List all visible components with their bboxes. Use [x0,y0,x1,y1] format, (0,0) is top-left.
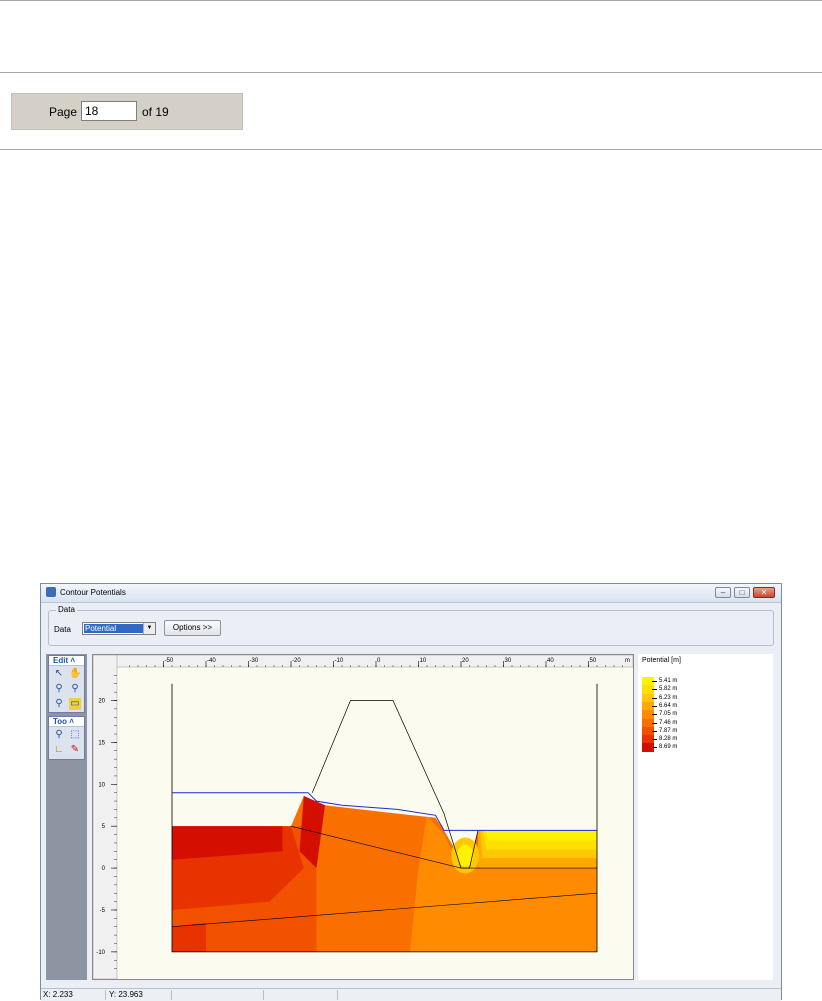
legend-tick [652,681,657,682]
y-tick-label: 20 [98,699,105,705]
legend-tick [652,722,657,724]
x-tick-label: -10 [335,658,344,664]
legend-tick [652,747,657,749]
page-total-label: of 19 [142,105,169,119]
tools-section: Too ˄ ⚲ ⬚ ∟ ✎ [48,716,85,760]
contour-plot-area[interactable]: -50 -40 -30 -20 -10 0 10 20 30 40 50 m 20 15 10 5 0 -5 -10 [92,654,634,980]
potential-region-left-bottom [172,922,206,952]
options-button[interactable]: Options >> [164,620,221,636]
x-tick-label: 20 [462,658,469,664]
x-tick-label: 30 [505,658,512,664]
x-tick-label: -20 [292,658,301,664]
status-x-coordinate: X: 2.233 [41,990,106,1000]
edit-section-header[interactable]: Edit ˄ [49,656,84,666]
rectangle-select-icon[interactable]: ⬚ [69,729,81,741]
legend-tick [652,730,657,732]
zoom-in-icon[interactable]: ⚲ [53,683,65,695]
dropdown-arrow-icon[interactable]: ▼ [143,623,155,634]
y-tick-label: 15 [98,740,105,746]
tools-section-header[interactable]: Too ˄ [49,717,84,727]
probe-icon[interactable]: ⚲ [53,729,65,741]
x-tick-label: 40 [547,658,554,664]
data-group: Data Data Potential ▼ Options >> [48,605,774,646]
top-rule [0,0,822,1]
y-tick-label: -5 [100,908,106,914]
minimize-button[interactable]: – [715,587,731,598]
x-unit-label: m [625,658,630,664]
page-label: Page [49,105,78,119]
edit-tool-section: Edit ˄ ↖ ✋ ⚲ ⚲ ⚲ ▭ [48,655,85,713]
status-y-coordinate: Y: 23.963 [107,990,172,1000]
zoom-window-icon[interactable]: ▭ [69,698,81,710]
tools-header-label: Too [53,717,68,726]
pager-rule [0,149,822,150]
legend-label: 8.69 m [659,744,678,751]
pan-hand-icon[interactable]: ✋ [69,668,81,680]
select-arrow-icon[interactable]: ↖ [53,668,65,680]
y-tick-label: 10 [98,782,105,788]
x-tick-label: -50 [165,658,174,664]
maximize-button[interactable]: □ [734,587,750,598]
pen-icon[interactable]: ✎ [69,744,81,756]
window-title: Contour Potentials [60,588,126,597]
toolbox-panel: Edit ˄ ↖ ✋ ⚲ ⚲ ⚲ ▭ Too ˄ ⚲ ⬚ ∟ ✎ [46,654,87,980]
window-titlebar[interactable]: Contour Potentials – □ ✕ [41,584,781,603]
legend-title: Potential [m] [642,657,681,664]
status-bar: X: 2.233 Y: 23.963 [41,988,781,1001]
page-number-input[interactable] [81,101,137,121]
zoom-out-icon[interactable]: ⚲ [69,683,81,695]
status-field-3 [173,990,264,1000]
data-select[interactable]: Potential ▼ [82,622,156,635]
data-select-value: Potential [84,624,145,633]
zoom-extents-icon[interactable]: ⚲ [53,698,65,710]
contour-potentials-window: Contour Potentials – □ ✕ Data Data Poten… [40,583,782,1001]
close-button[interactable]: ✕ [753,587,775,598]
data-field-label: Data [54,625,71,634]
app-icon [46,587,56,597]
axis-icon[interactable]: ∟ [53,744,65,756]
status-field-4 [265,990,338,1000]
edit-header-label: Edit [53,656,69,665]
potential-region-right-4 [484,830,597,841]
legend-tick [652,697,657,699]
left-ruler [92,654,118,980]
potential-legend: Potential [m] 5.41 m 5.82 m 6.23 m 6.64 m 7.… [638,654,773,980]
x-tick-label: 10 [420,658,427,664]
y-tick-label: -10 [96,950,105,956]
x-tick-label: 50 [590,658,597,664]
legend-tick [652,689,657,691]
x-tick-label: -30 [250,658,259,664]
legend-tick [652,739,657,741]
legend-tick [652,705,657,707]
header-rule [0,72,822,73]
data-group-legend: Data [56,605,77,614]
page-navigator: Page of 19 [11,93,243,130]
contour-plot: -50 -40 -30 -20 -10 0 10 20 30 40 50 m20151050-5-10 [92,654,634,980]
legend-entry: 8.69 m [642,743,702,753]
legend-tick [652,714,657,716]
x-tick-label: -40 [207,658,216,664]
